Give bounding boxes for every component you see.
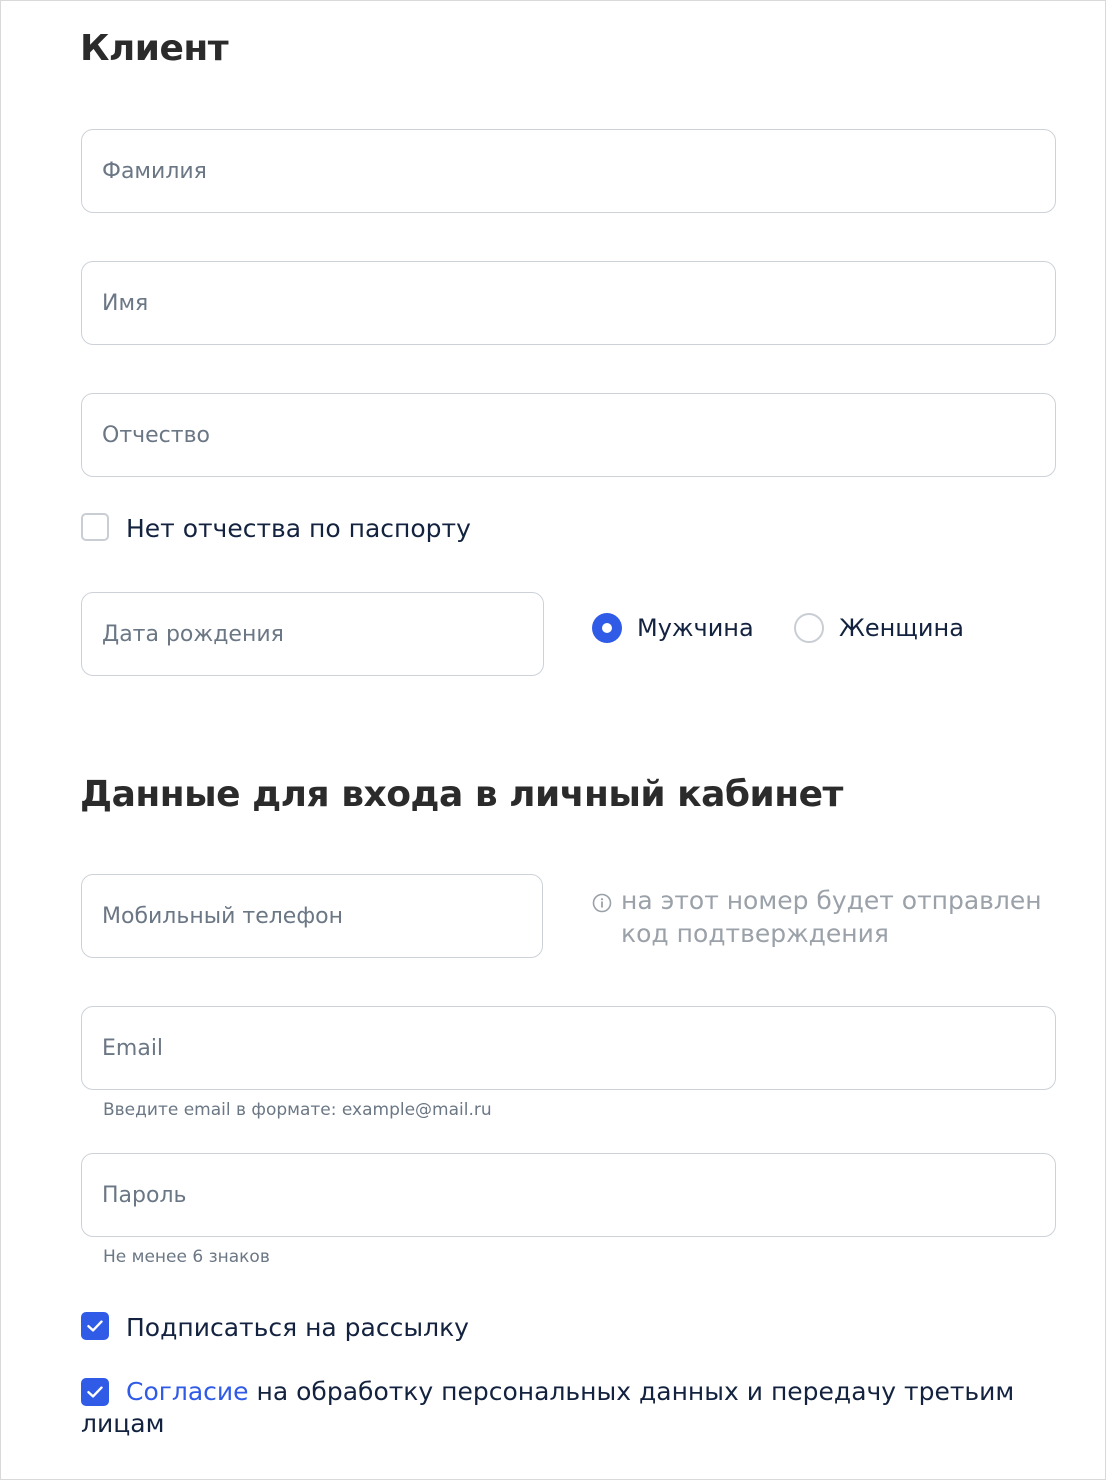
gender-female-radio[interactable]: [794, 613, 824, 643]
patronymic-field[interactable]: Отчество: [81, 393, 1056, 477]
subscribe-label: Подписаться на рассылку: [126, 1313, 469, 1342]
password-placeholder: Пароль: [102, 1182, 187, 1208]
patronymic-placeholder: Отчество: [102, 422, 211, 448]
consent-label: Согласие на обработку персональных данны…: [81, 1376, 1041, 1440]
checkmark-icon: [87, 1320, 103, 1332]
client-section-title: Клиент: [80, 28, 229, 69]
email-hint: Введите email в формате: example@mail.ru: [103, 1100, 492, 1120]
birth-date-placeholder: Дата рождения: [102, 621, 284, 647]
no-patronymic-label: Нет отчества по паспорту: [126, 514, 471, 543]
gender-male-label: Мужчина: [637, 614, 754, 642]
gender-male-radio[interactable]: [592, 613, 622, 643]
phone-hint: на этот номер будет отправлен код подтве…: [592, 884, 1061, 950]
phone-placeholder: Мобильный телефон: [102, 903, 343, 929]
first-name-placeholder: Имя: [102, 290, 149, 316]
first-name-field[interactable]: Имя: [81, 261, 1056, 345]
password-hint: Не менее 6 знаков: [103, 1247, 270, 1267]
phone-hint-text: на этот номер будет отправлен код подтве…: [621, 886, 1042, 948]
subscribe-checkbox-row[interactable]: Подписаться на рассылку: [81, 1312, 469, 1344]
email-field[interactable]: Email: [81, 1006, 1056, 1090]
info-circle-icon: [592, 893, 612, 913]
gender-female-option[interactable]: Женщина: [794, 613, 964, 643]
email-placeholder: Email: [102, 1035, 164, 1061]
gender-male-option[interactable]: Мужчина: [592, 613, 754, 643]
no-patronymic-checkbox-row[interactable]: Нет отчества по паспорту: [81, 513, 471, 545]
birth-date-field[interactable]: Дата рождения: [81, 592, 544, 676]
last-name-field[interactable]: Фамилия: [81, 129, 1056, 213]
last-name-placeholder: Фамилия: [102, 158, 207, 184]
no-patronymic-checkbox[interactable]: [81, 513, 109, 541]
subscribe-checkbox[interactable]: [81, 1312, 109, 1340]
password-field[interactable]: Пароль: [81, 1153, 1056, 1237]
phone-field[interactable]: Мобильный телефон: [81, 874, 543, 958]
login-section-title: Данные для входа в личный кабинет: [80, 774, 843, 815]
consent-link[interactable]: Согласие: [126, 1377, 249, 1406]
gender-female-label: Женщина: [839, 614, 964, 642]
